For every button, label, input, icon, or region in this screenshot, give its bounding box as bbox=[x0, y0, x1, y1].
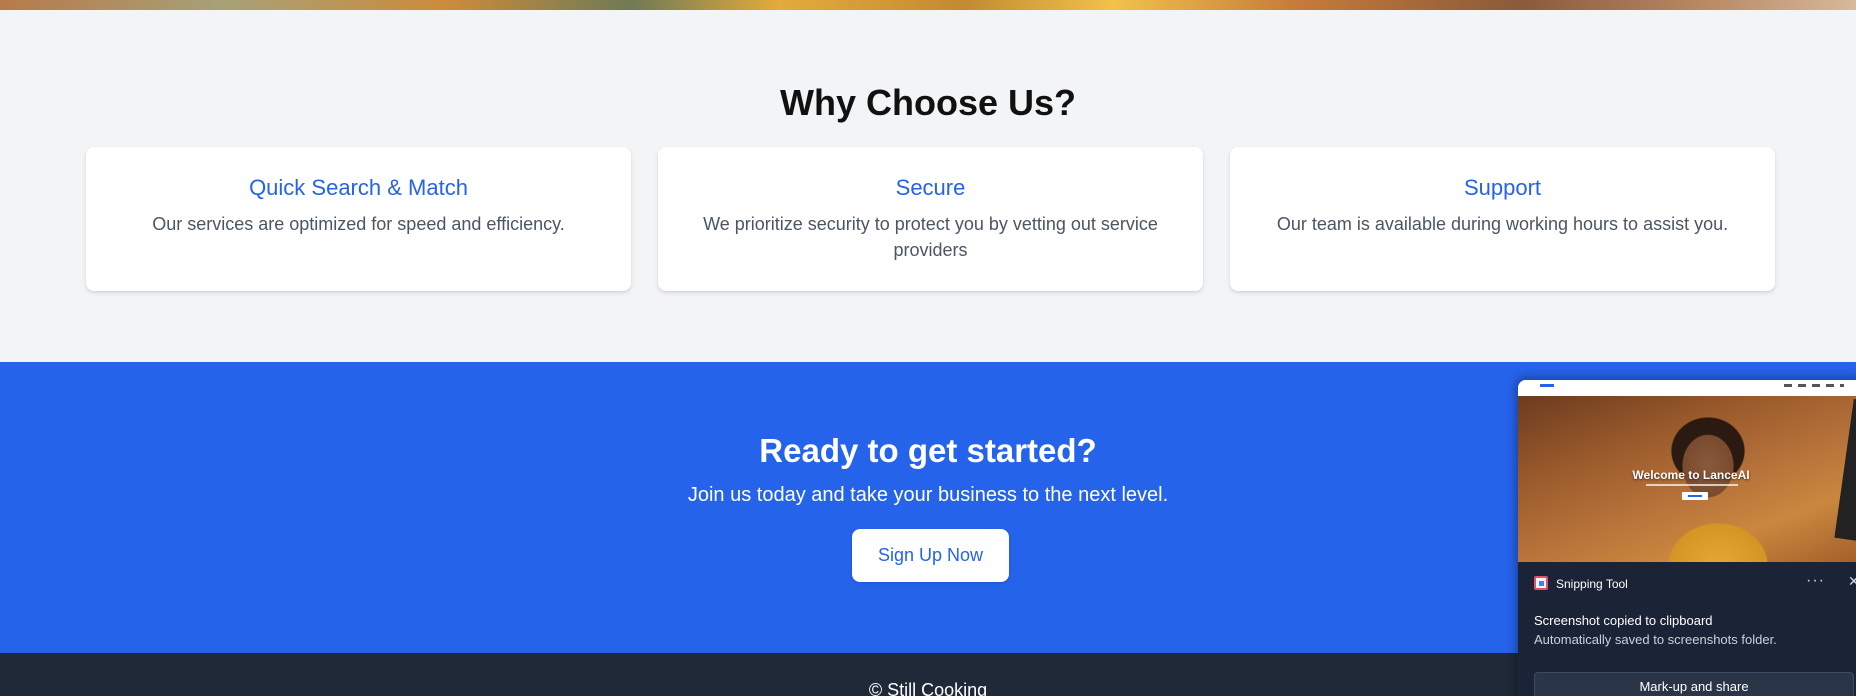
close-icon[interactable]: ✕ bbox=[1848, 573, 1856, 590]
preview-subtitle-line bbox=[1646, 484, 1738, 486]
hero-image-edge bbox=[0, 0, 1856, 10]
snipping-tool-notification[interactable]: Welcome to LanceAI Snipping Tool ··· ✕ S… bbox=[1518, 380, 1856, 696]
feature-card-quick-search: Quick Search & Match Our services are op… bbox=[86, 147, 631, 291]
preview-button bbox=[1682, 492, 1708, 500]
preview-logo bbox=[1540, 384, 1554, 387]
more-icon[interactable]: ··· bbox=[1806, 572, 1825, 590]
toast-subtitle: Automatically saved to screenshots folde… bbox=[1534, 632, 1777, 647]
features-title: Why Choose Us? bbox=[779, 82, 1076, 123]
toast-title: Screenshot copied to clipboard bbox=[1534, 613, 1713, 628]
feature-card-title: Support bbox=[1463, 175, 1542, 200]
feature-card-title: Quick Search & Match bbox=[249, 175, 468, 200]
feature-card-description: Our services are optimized for speed and… bbox=[152, 214, 565, 234]
feature-card-title: Secure bbox=[895, 175, 966, 200]
sign-up-button[interactable]: Sign Up Now bbox=[852, 529, 1009, 582]
feature-card-description: Our team is available during working hou… bbox=[1276, 214, 1729, 234]
feature-card-secure: Secure We prioritize security to protect… bbox=[658, 147, 1203, 291]
feature-card-description: We prioritize security to protect you by… bbox=[703, 214, 1158, 260]
screenshot-preview[interactable]: Welcome to LanceAI bbox=[1518, 380, 1856, 562]
feature-card-support: Support Our team is available during wor… bbox=[1230, 147, 1775, 291]
markup-and-share-button[interactable]: Mark-up and share bbox=[1534, 672, 1854, 696]
features-section: Why Choose Us? Quick Search & Match Our … bbox=[0, 10, 1856, 362]
preview-nav-links bbox=[1784, 384, 1844, 387]
preview-navbar bbox=[1518, 380, 1856, 396]
toast-app-name: Snipping Tool bbox=[1556, 577, 1628, 591]
snipping-tool-icon bbox=[1534, 576, 1548, 590]
preview-heading: Welcome to LanceAI bbox=[1632, 468, 1750, 482]
